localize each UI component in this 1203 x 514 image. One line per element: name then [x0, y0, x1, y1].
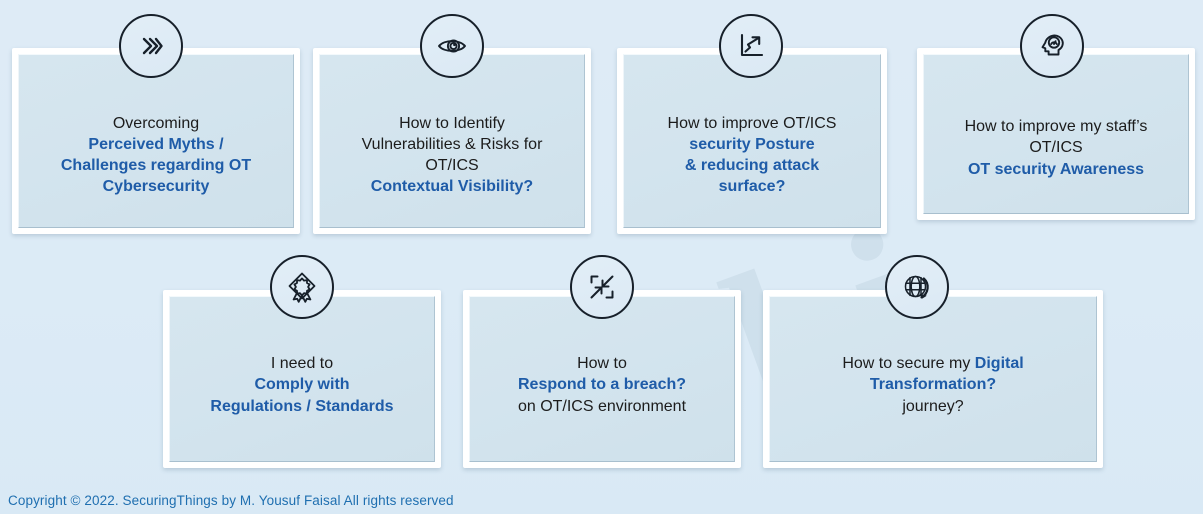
card-line: Regulations / Standards	[210, 397, 394, 415]
card-line: Challenges regarding OT	[60, 157, 252, 174]
card-line: & reducing attack	[684, 157, 820, 174]
card-line: Respond to a breach?	[517, 376, 687, 394]
card-text: Overcoming Perceived Myths / Challenges …	[23, 113, 289, 197]
award-ribbon-icon	[270, 255, 334, 319]
card-text: How to improve my staff’s OT/ICS OT secu…	[928, 116, 1184, 179]
card-line: How to improve my staff’s	[964, 118, 1148, 136]
converge-arrows-icon	[570, 255, 634, 319]
card-line: on OT/ICS environment	[517, 397, 687, 415]
card-line: OT security Awareness	[967, 160, 1145, 178]
eye-icon	[420, 14, 484, 78]
card-line: Perceived Myths /	[88, 135, 224, 153]
card-body: I need to Comply with Regulations / Stan…	[169, 296, 435, 462]
card-line: I need to	[270, 355, 334, 373]
slide-canvas: Thi Overcoming Perceived Myths / Challen…	[0, 0, 1203, 514]
card-line: Comply with	[254, 376, 350, 394]
card-body: How to improve OT/ICS security Posture &…	[623, 54, 881, 228]
card-line: Vulnerabilities & Risks for	[361, 135, 543, 153]
card-line: How to	[577, 355, 627, 373]
globe-refresh-icon	[885, 255, 949, 319]
card-line: Contextual Visibility?	[370, 178, 534, 196]
card-digital-transformation[interactable]: How to secure my Digital Transformation?…	[763, 290, 1103, 468]
card-line-segment: How to secure my	[842, 355, 975, 373]
card-body: How to Identify Vulnerabilities & Risks …	[319, 54, 585, 228]
card-body: Overcoming Perceived Myths / Challenges …	[18, 54, 294, 228]
card-line-segment: Digital	[974, 355, 1024, 373]
head-gauge-icon	[1020, 14, 1084, 78]
card-line: Cybersecurity	[102, 178, 210, 196]
card-text: How to Respond to a breach? on OT/ICS en…	[474, 353, 730, 416]
growth-axis-arrow-icon	[719, 14, 783, 78]
card-line: How to improve OT/ICS	[667, 114, 837, 132]
card-text: I need to Comply with Regulations / Stan…	[174, 353, 430, 416]
card-line: surface?	[718, 178, 786, 196]
cards-layer: Overcoming Perceived Myths / Challenges …	[0, 0, 1203, 514]
card-text: How to improve OT/ICS security Posture &…	[628, 113, 877, 197]
card-line: journey?	[902, 397, 964, 415]
card-text: How to secure my Digital Transformation?…	[776, 353, 1090, 416]
card-line: How to Identify	[399, 114, 505, 132]
card-line: security Posture	[689, 135, 815, 153]
card-body: How to improve my staff’s OT/ICS OT secu…	[923, 54, 1189, 214]
copyright-footer: Copyright © 2022. SecuringThings by M. Y…	[8, 493, 454, 508]
card-body: How to Respond to a breach? on OT/ICS en…	[469, 296, 735, 462]
card-line: How to secure my Digital	[780, 353, 1086, 374]
card-text: How to Identify Vulnerabilities & Risks …	[324, 113, 580, 197]
card-line: Transformation?	[869, 376, 997, 394]
double-chevron-right-icon	[119, 14, 183, 78]
card-line: OT/ICS	[1029, 139, 1083, 157]
card-body: How to secure my Digital Transformation?…	[769, 296, 1097, 462]
card-line: OT/ICS	[425, 157, 479, 174]
card-line: Overcoming	[112, 114, 200, 132]
